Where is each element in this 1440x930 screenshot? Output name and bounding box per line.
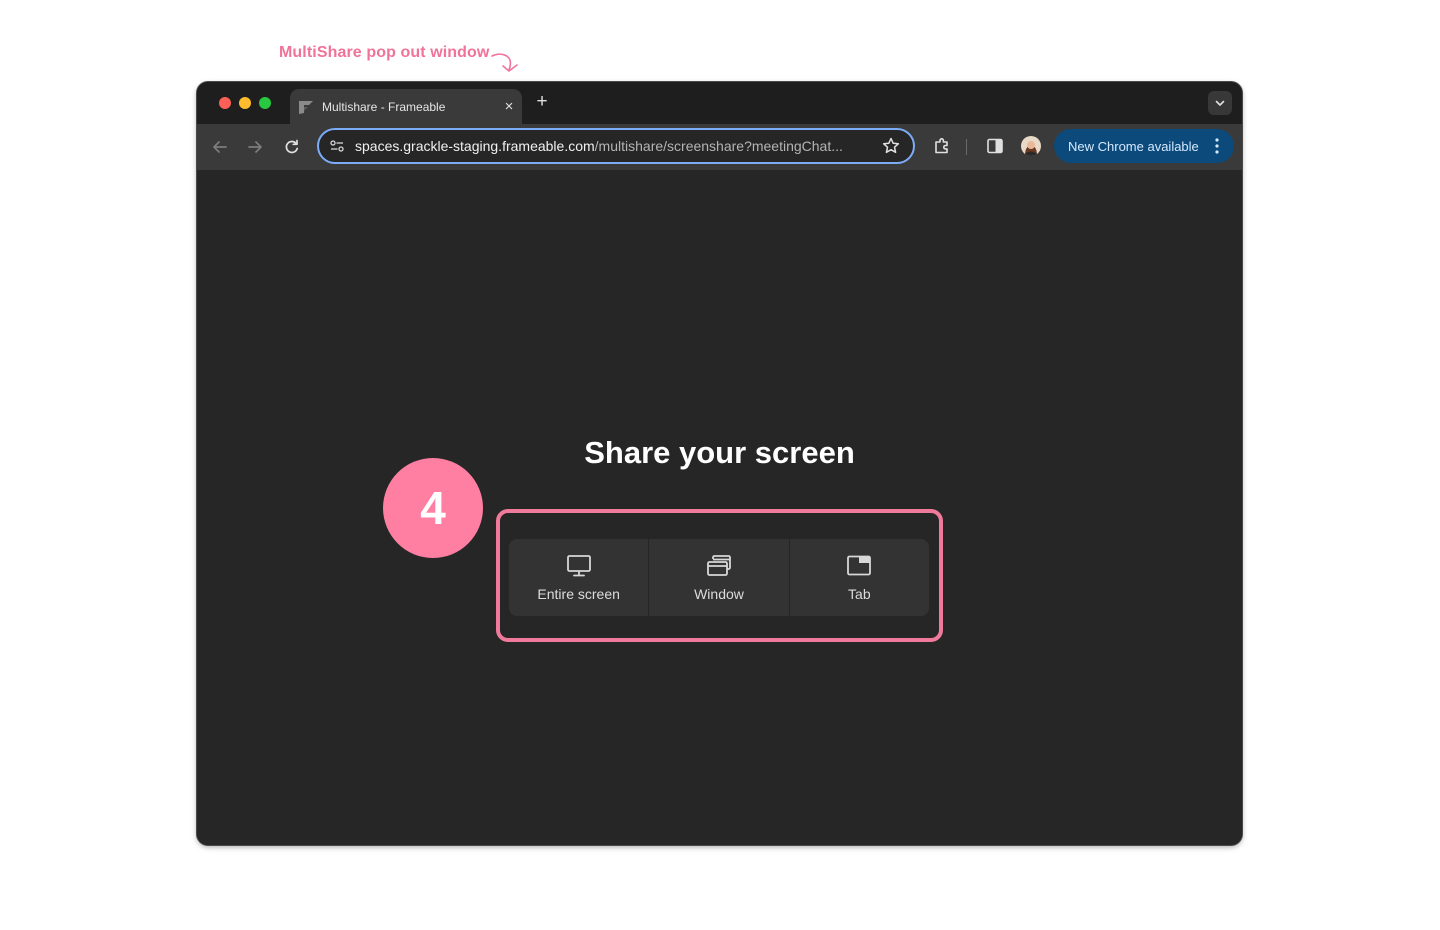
back-button[interactable] xyxy=(209,136,231,158)
tab-search-button[interactable] xyxy=(1208,91,1232,115)
close-window-button[interactable] xyxy=(219,97,231,109)
page-title: Share your screen xyxy=(584,435,855,470)
bookmark-star-icon[interactable] xyxy=(881,136,901,156)
side-panel-icon[interactable] xyxy=(986,137,1004,155)
update-label: New Chrome available xyxy=(1068,138,1199,154)
share-options-group: Entire screen Window Tab xyxy=(509,539,929,616)
option-label: Entire screen xyxy=(537,585,620,602)
option-label: Window xyxy=(694,585,744,602)
extensions-puzzle-icon[interactable] xyxy=(932,136,952,156)
forward-button[interactable] xyxy=(244,136,266,158)
share-window-button[interactable]: Window xyxy=(648,539,788,616)
window-icon xyxy=(707,554,731,576)
tab-strip: Multishare - Frameable × + xyxy=(197,82,1242,124)
url-text[interactable]: spaces.grackle-staging.frameable.com/mul… xyxy=(355,138,875,154)
step-number-badge: 4 xyxy=(383,458,483,558)
minimize-window-button[interactable] xyxy=(239,97,251,109)
curved-arrow-icon xyxy=(491,53,519,72)
option-label: Tab xyxy=(848,585,871,602)
reload-button[interactable] xyxy=(281,136,303,158)
frameable-favicon-icon xyxy=(299,100,313,114)
arrow-right-icon xyxy=(248,141,262,153)
arrow-left-icon xyxy=(213,141,227,153)
site-settings-icon xyxy=(330,140,344,152)
address-bar[interactable]: spaces.grackle-staging.frameable.com/mul… xyxy=(317,128,915,164)
new-tab-button[interactable]: + xyxy=(531,92,553,114)
toolbar-divider xyxy=(966,139,967,155)
chevron-down-icon xyxy=(1215,100,1225,106)
tab-close-icon[interactable]: × xyxy=(496,98,522,115)
new-chrome-available-button[interactable]: New Chrome available xyxy=(1054,129,1234,163)
tab-icon xyxy=(847,555,872,575)
share-entire-screen-button[interactable]: Entire screen xyxy=(509,539,648,616)
tab-title: Multishare - Frameable xyxy=(322,99,446,114)
more-menu-icon[interactable] xyxy=(1206,135,1228,157)
browser-toolbar: spaces.grackle-staging.frameable.com/mul… xyxy=(197,124,1242,170)
browser-window: Multishare - Frameable × + spaces.grackl… xyxy=(197,82,1242,845)
active-tab[interactable]: Multishare - Frameable × xyxy=(290,89,522,124)
profile-avatar[interactable] xyxy=(1021,136,1041,156)
monitor-icon xyxy=(566,554,591,576)
reload-icon xyxy=(285,139,299,154)
share-tab-button[interactable]: Tab xyxy=(788,539,929,616)
zoom-window-button[interactable] xyxy=(259,97,271,109)
url-path: /multishare/screenshare?meetingChat... xyxy=(594,138,843,154)
profile-photo-icon xyxy=(1021,136,1041,156)
page-content: Share your screen Entire screen Window T… xyxy=(197,170,1242,845)
annotation-label: MultiShare pop out window xyxy=(279,44,490,61)
annotation-callout: MultiShare pop out window xyxy=(279,44,525,74)
url-domain: spaces.grackle-staging.frameable.com xyxy=(355,138,595,154)
